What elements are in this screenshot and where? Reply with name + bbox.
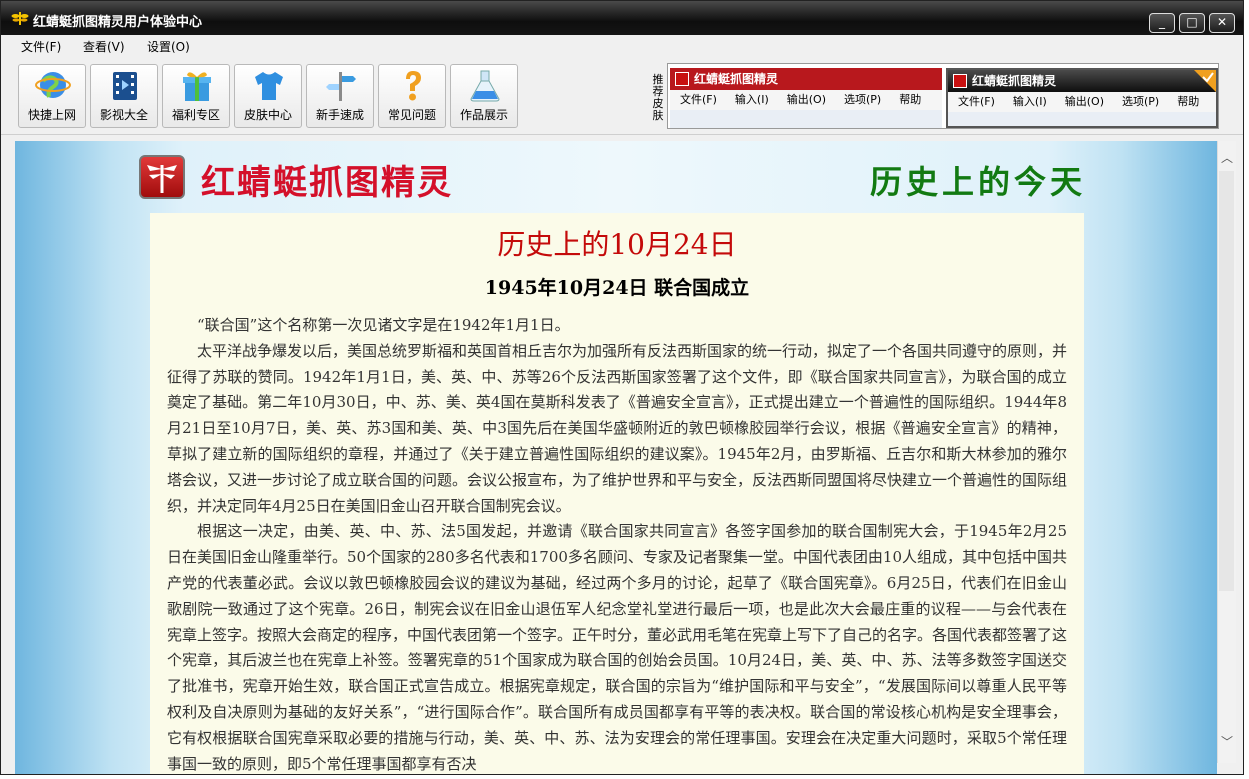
menu-bar: 文件(F) 查看(V) 设置(O): [1, 35, 1243, 55]
toolbar: 快捷上网 影视大全 福利专区 皮肤中心: [1, 56, 1243, 135]
skin-logo-icon: [675, 72, 689, 86]
gift-icon: [179, 69, 215, 103]
skin-title: 红蜻蜓抓图精灵: [972, 74, 1056, 88]
skin-logo-icon: [953, 74, 967, 88]
skin-preview-panel: 红蜻蜓抓图精灵 文件(F) 输入(I) 输出(O) 选项(P) 帮助 红蜻蜓抓图精灵: [667, 63, 1219, 129]
paragraph: “联合国”这个名称第一次见诸文字是在1942年1月1日。: [167, 313, 1067, 339]
internet-icon: [35, 69, 71, 103]
faq-button[interactable]: 常见问题: [378, 64, 446, 128]
maximize-button[interactable]: □: [1179, 13, 1205, 33]
selected-check-icon: [1190, 70, 1216, 92]
content-area: 红蜻蜓抓图精灵 历史上的今天 历史上的10月24日 1945年10月24日 联合…: [15, 141, 1217, 775]
menu-file[interactable]: 文件(F): [21, 38, 61, 55]
skin-preview-black[interactable]: 红蜻蜓抓图精灵 文件(F) 输入(I) 输出(O) 选项(P) 帮助: [946, 68, 1218, 128]
movies-button[interactable]: 影视大全: [90, 64, 158, 128]
skin-menu-item: 输出(O): [787, 93, 826, 106]
paragraph: 根据这一决定，由美、英、中、苏、法5国发起，并邀请《联合国家共同宣言》各签字国参…: [167, 519, 1067, 775]
scroll-down-icon[interactable]: ﹀: [1220, 735, 1234, 749]
window-title: 红蜻蜓抓图精灵用户体验中心: [33, 11, 202, 30]
title-bar[interactable]: 红蜻蜓抓图精灵用户体验中心 _ □ ✕: [1, 1, 1243, 35]
skin-title: 红蜻蜓抓图精灵: [694, 72, 778, 86]
brand-name: 红蜻蜓抓图精灵: [201, 155, 453, 204]
film-icon: [107, 69, 143, 103]
quick-start-button[interactable]: 新手速成: [306, 64, 374, 128]
skin-menu-item: 输入(I): [735, 93, 769, 106]
tool-label: 作品展示: [451, 106, 517, 123]
quick-internet-button[interactable]: 快捷上网: [18, 64, 86, 128]
tool-label: 快捷上网: [19, 106, 85, 123]
section-title: 历史上的今天: [870, 157, 1086, 203]
scroll-up-icon[interactable]: ︿: [1220, 151, 1234, 165]
tool-label: 新手速成: [307, 106, 373, 123]
article-subtitle: 1945年10月24日 联合国成立: [150, 273, 1084, 300]
skin-menu-item: 输入(I): [1013, 95, 1047, 108]
skin-menu-item: 帮助: [899, 93, 921, 106]
skin-menu-item: 输出(O): [1065, 95, 1104, 108]
menu-view[interactable]: 查看(V): [83, 38, 125, 55]
article: 历史上的10月24日 1945年10月24日 联合国成立 “联合国”这个名称第一…: [150, 213, 1084, 775]
scroll-thumb[interactable]: [1219, 171, 1234, 591]
skin-center-button[interactable]: 皮肤中心: [234, 64, 302, 128]
skin-preview-red[interactable]: 红蜻蜓抓图精灵 文件(F) 输入(I) 输出(O) 选项(P) 帮助: [670, 68, 942, 128]
tool-label: 影视大全: [91, 106, 157, 123]
minimize-button[interactable]: _: [1149, 13, 1175, 33]
menu-settings[interactable]: 设置(O): [147, 38, 190, 55]
signpost-icon: [323, 69, 359, 103]
skin-menu-item: 文件(F): [680, 93, 717, 106]
skin-menu-item: 选项(P): [844, 93, 881, 106]
skin-menu-item: 文件(F): [958, 95, 995, 108]
tool-label: 皮肤中心: [235, 106, 301, 123]
question-icon: [395, 69, 431, 103]
tool-label: 常见问题: [379, 106, 445, 123]
article-title: 历史上的10月24日: [150, 223, 1084, 263]
recommended-skins-label: 推荐皮肤: [650, 74, 666, 122]
paragraph: 太平洋战争爆发以后，美国总统罗斯福和英国首相丘吉尔为加强所有反法西斯国家的统一行…: [167, 339, 1067, 520]
tshirt-icon: [251, 69, 287, 103]
app-window: 红蜻蜓抓图精灵用户体验中心 _ □ ✕ 文件(F) 查看(V) 设置(O) 快捷…: [0, 0, 1244, 775]
showcase-button[interactable]: 作品展示: [450, 64, 518, 128]
tool-label: 福利专区: [163, 106, 229, 123]
vertical-scrollbar[interactable]: ︿ ﹀: [1217, 141, 1236, 763]
close-button[interactable]: ✕: [1209, 13, 1235, 33]
dragonfly-logo-icon: [141, 157, 183, 197]
skin-menu-item: 帮助: [1177, 95, 1199, 108]
article-body: “联合国”这个名称第一次见诸文字是在1942年1月1日。 太平洋战争爆发以后，美…: [167, 313, 1067, 775]
welfare-button[interactable]: 福利专区: [162, 64, 230, 128]
brand-logo: [139, 155, 185, 199]
dragonfly-app-icon: [11, 10, 29, 26]
flask-icon: [467, 69, 503, 103]
skin-menu-item: 选项(P): [1122, 95, 1159, 108]
